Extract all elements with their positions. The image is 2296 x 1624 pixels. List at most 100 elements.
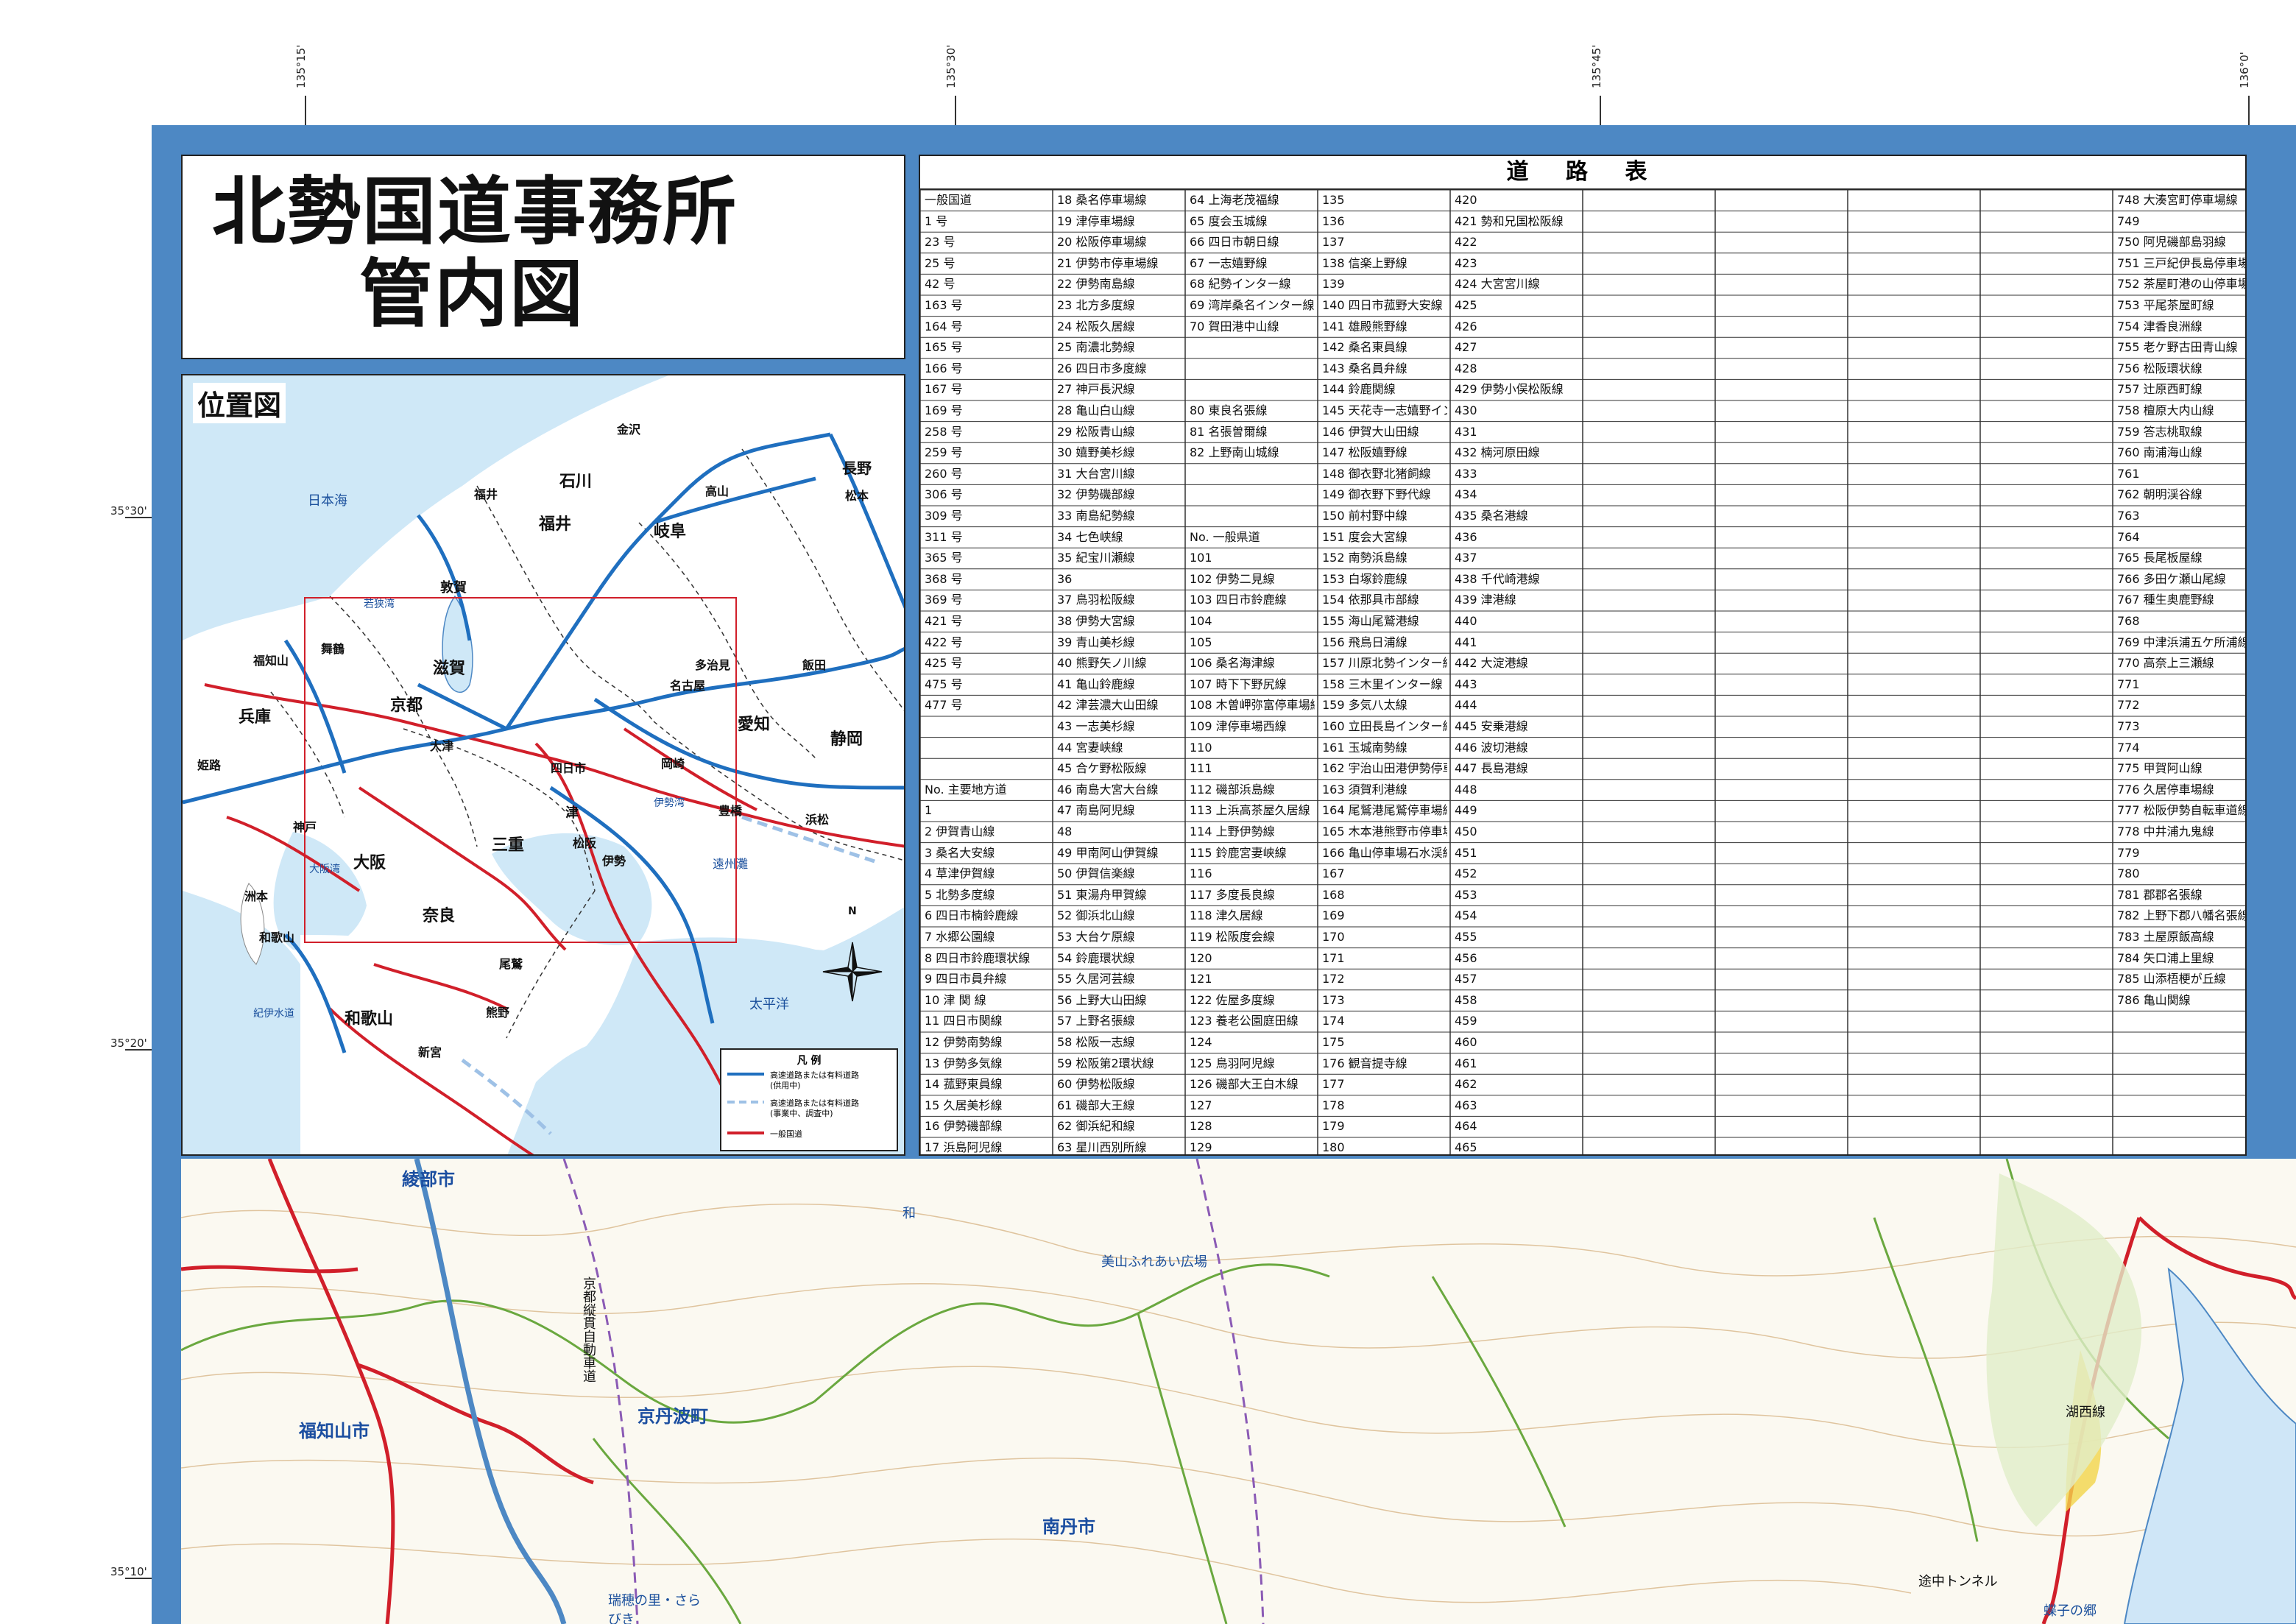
- table-cell-road: 62 御浜紀和線: [1057, 1119, 1135, 1134]
- table-cell-road: 775 甲賀阿山線: [2117, 761, 2203, 776]
- place-iida: 飯田: [802, 658, 827, 672]
- table-cell-road: 102 伊勢二見線: [1190, 571, 1275, 586]
- table-cell-road: 458: [1455, 992, 1477, 1007]
- table-cell-main-road: 7 水郷公園線: [925, 930, 995, 944]
- table-cell-road: 421 勢和兄国松阪線: [1455, 213, 1564, 228]
- table-cell-road: 146 伊賀大山田線: [1322, 424, 1419, 439]
- table-cell-road: 179: [1322, 1119, 1345, 1134]
- table-cell-road: 774: [2117, 740, 2140, 755]
- table-cell-road: 127: [1190, 1098, 1212, 1112]
- table-cell-main-road: 15 久居美杉線: [925, 1098, 1003, 1112]
- table-cell-road: 153 白塚鈴鹿線: [1322, 571, 1407, 586]
- place-aichi: 愛知: [738, 716, 771, 734]
- graticule-top-2: 135°30': [944, 44, 958, 88]
- tick-line: [125, 1049, 152, 1051]
- table-cell-road: 149 御衣野下野代線: [1322, 487, 1431, 502]
- place-otsu: 大津: [430, 739, 454, 753]
- place-yokkaichi: 四日市: [551, 761, 587, 775]
- sea-label-pacific: 太平洋: [749, 997, 789, 1012]
- tick-line: [955, 96, 956, 125]
- place-fukui: 福井: [539, 515, 572, 534]
- table-cell-national-route: 306 号: [925, 487, 963, 502]
- title-line-1: 北勢国道事務所: [212, 169, 738, 255]
- table-cell-road: 455: [1455, 930, 1477, 944]
- table-cell-road: 771: [2117, 677, 2140, 691]
- graticule-left-1: 35°30': [110, 504, 147, 518]
- table-cell-road: 126 磯部大王白木線: [1190, 1077, 1299, 1092]
- place-shiga: 滋賀: [433, 660, 466, 678]
- road-label-kyoto-jukan: 京都縦貫自動車道: [581, 1277, 596, 1383]
- legend-label: 一般国道: [770, 1129, 802, 1139]
- table-cell-road: 33 南島紀勢線: [1057, 509, 1135, 523]
- table-cell-road: 425: [1455, 298, 1477, 312]
- poi-label-miyama: 美山ふれあい広場: [1101, 1254, 1207, 1270]
- table-cell-main-road: 1: [925, 803, 933, 818]
- table-cell-road: 152 南勢浜島線: [1322, 551, 1407, 565]
- legend-item-expressway: 高速道路または有料道路 (供用中): [727, 1070, 859, 1091]
- tick-line: [125, 1578, 152, 1579]
- table-cell-road: 784 矢口浦上里線: [2117, 950, 2214, 965]
- table-cell-main-road: 3 桑名大安線: [925, 845, 995, 860]
- rail-label-kosei: 湖西線: [2066, 1405, 2105, 1420]
- table-cell-road: 448: [1455, 782, 1477, 797]
- table-cell-road: 58 松阪一志線: [1057, 1035, 1135, 1049]
- table-cell-road: 427: [1455, 340, 1477, 355]
- place-ise: 伊勢: [602, 854, 626, 868]
- table-cell-road: 124: [1190, 1035, 1212, 1049]
- table-cell-road: 758 檀原大内山線: [2117, 403, 2214, 417]
- page-title: 北勢国道事務所 管内図: [212, 171, 738, 336]
- table-cell-national-route: 425 号: [925, 656, 963, 671]
- table-cell-road: 69 湾岸桑名インター線: [1190, 298, 1315, 312]
- place-shingu: 新宮: [418, 1045, 442, 1059]
- table-cell-road: 776 久居停車場線: [2117, 782, 2214, 797]
- table-cell-road: 106 桑名海津線: [1190, 656, 1275, 671]
- table-cell-road: 47 南島阿児線: [1057, 803, 1135, 818]
- topographic-map[interactable]: 綾部市 福知山市 京丹波町 南丹市 美山ふれあい広場 京都縦貫自動車道 途中トン…: [181, 1159, 2296, 1624]
- table-cell-road: [1190, 485, 1315, 504]
- table-cell-road: 785 山添梧梗が丘線: [2117, 972, 2226, 986]
- table-cell-road: 441: [1455, 635, 1477, 649]
- table-cell-road: 166 亀山停車場石水渓線: [1322, 845, 1447, 860]
- table-cell-road: 786 亀山関線: [2117, 992, 2191, 1007]
- tick-line: [2248, 96, 2250, 125]
- table-cell-road: 175: [1322, 1035, 1345, 1049]
- table-cell-road: 65 度会玉城線: [1190, 213, 1268, 228]
- table-cell-national-route: 42 号: [925, 277, 956, 292]
- place-tsu: 津: [565, 805, 579, 821]
- table-cell-road: 27 神戸長沢線: [1057, 382, 1135, 397]
- table-cell-road: 68 紀勢インター線: [1190, 277, 1291, 292]
- table-cell-road: 35 紀宝川瀬線: [1057, 551, 1135, 565]
- table-cell-road: 60 伊勢松阪線: [1057, 1077, 1135, 1092]
- table-header-general: 一般国道: [925, 193, 972, 207]
- table-cell-national-route: 258 号: [925, 424, 963, 439]
- table-cell-road: 81 名張曽爾線: [1190, 424, 1268, 439]
- place-shizuoka: 静岡: [830, 730, 863, 749]
- table-cell-national-route: 309 号: [925, 509, 963, 523]
- table-cell-road: 780: [2117, 866, 2140, 881]
- table-cell-road: 759 答志桃取線: [2117, 424, 2203, 439]
- location-map-panel[interactable]: 位置図 金沢 石川 長野 松本 高山 福井 福井 岐阜 敦賀 滋賀 京都 大津 …: [181, 374, 905, 1156]
- table-cell-road: 121: [1190, 972, 1212, 986]
- table-cell-road: [1190, 338, 1315, 357]
- table-cell-road: 141 雄殿熊野線: [1322, 319, 1407, 333]
- table-cell-road: 32 伊勢磯部線: [1057, 487, 1135, 502]
- table-cell-road: 781 郡郡名張線: [2117, 887, 2203, 902]
- table-cell-road: 755 老ケ野古田青山線: [2117, 340, 2238, 355]
- table-cell-road: 434: [1455, 487, 1477, 502]
- table-cell-road: 137: [1322, 235, 1345, 250]
- table-cell-road: 29 松阪青山線: [1057, 424, 1135, 439]
- table-cell-road: 70 賀田港中山線: [1190, 319, 1279, 333]
- table-cell-road: 766 多田ケ瀬山尾線: [2117, 571, 2226, 586]
- table-cell-road: 162 宇治山田港伊勢停車場線: [1322, 761, 1447, 776]
- place-fukuchiyama: 福知山: [253, 654, 289, 668]
- title-line-2: 管内図: [359, 251, 584, 337]
- legend-item-expressway-planned: 高速道路または有料道路 (事業中、調査中): [727, 1098, 859, 1119]
- graticule-left-3: 35°10': [110, 1565, 147, 1578]
- place-ishikawa: 石川: [559, 473, 593, 491]
- table-cell-road: 446 波切港線: [1455, 740, 1528, 755]
- table-cell-road: 157 川原北勢インター線: [1322, 656, 1447, 671]
- tunnel-label-tochu: 途中トンネル: [1918, 1574, 1998, 1589]
- table-cell-road: 454: [1455, 908, 1477, 923]
- table-cell-road: 104: [1190, 614, 1212, 628]
- topographic-map-svg: [181, 1159, 2296, 1624]
